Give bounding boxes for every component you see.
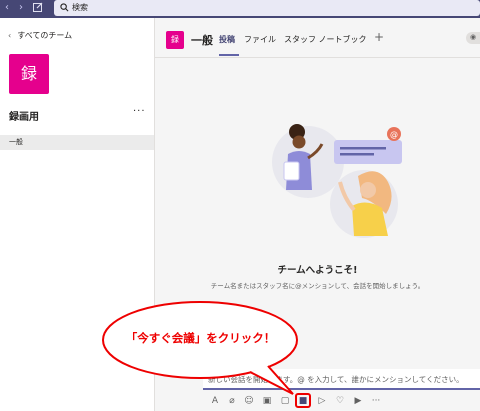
svg-text:@: @: [390, 130, 398, 139]
tab-files[interactable]: ファイル: [244, 34, 276, 45]
search-icon: [60, 3, 69, 12]
active-tab-indicator: [219, 54, 239, 56]
more-icon[interactable]: ···: [370, 395, 382, 407]
all-teams-label: すべてのチーム: [17, 31, 73, 40]
meet-now-highlight: [295, 393, 311, 408]
channel-title: 一般: [191, 34, 213, 47]
add-tab-button[interactable]: +: [374, 30, 384, 44]
tab-staff-notebook[interactable]: スタッフ ノートブック: [284, 34, 367, 45]
callout-text: 「今すぐ会議」をクリック！: [125, 331, 276, 345]
gif-icon[interactable]: ▣: [261, 395, 273, 407]
title-bar: ‹ › 検索: [0, 0, 480, 18]
search-input[interactable]: 検索: [54, 0, 480, 16]
compose-icon[interactable]: [33, 2, 45, 14]
compose-toolbar: A ⌀ ☺ ▣ ▢ ■ ▷ ♡ ▶ ···: [203, 391, 480, 411]
chevron-right-icon[interactable]: ›: [19, 2, 23, 14]
compose-placeholder: 新しい会話を開始します。@ を入力して、誰かにメンションしてください。: [208, 375, 464, 384]
meet-pill[interactable]: ◉: [466, 32, 480, 44]
stream-icon[interactable]: ▷: [316, 395, 328, 407]
sidebar-item-general[interactable]: 一般: [0, 135, 154, 150]
format-icon[interactable]: A: [209, 395, 221, 407]
chevron-left-icon: ‹: [8, 31, 12, 40]
attach-icon[interactable]: ⌀: [226, 395, 238, 407]
channel-label: 一般: [9, 138, 23, 146]
welcome-subtitle: チーム名またはスタッフ名に@メンションして、会話を開始しましょう。: [210, 282, 425, 290]
eye-icon: ◉: [470, 33, 477, 41]
sticker-icon[interactable]: ▢: [279, 395, 291, 407]
team-avatar: 録: [9, 54, 49, 94]
emoji-icon[interactable]: ☺: [243, 395, 255, 407]
praise-icon[interactable]: ♡: [334, 395, 346, 407]
video-icon[interactable]: ▶: [352, 395, 364, 407]
channel-main: @ チームへようこそ! チーム名またはスタッフ名に@メンションして、会話を開始し…: [155, 58, 480, 411]
channel-header: 録 一般 投稿 ファイル スタッフ ノートブック + ◉: [155, 18, 480, 58]
team-more-button[interactable]: ···: [133, 106, 146, 117]
sidebar: ‹ すべてのチーム 録 録画用 ··· 一般: [0, 18, 155, 411]
search-placeholder: 検索: [72, 3, 88, 12]
chevron-left-icon[interactable]: ‹: [5, 2, 9, 14]
team-name: 録画用: [9, 112, 39, 123]
all-teams-link[interactable]: ‹ すべてのチーム: [8, 30, 72, 41]
compose-input[interactable]: 新しい会話を開始します。@ を入力して、誰かにメンションしてください。: [203, 369, 480, 390]
welcome-title: チームへようこそ!: [277, 265, 358, 276]
channel-avatar: 録: [166, 31, 184, 49]
tab-posts[interactable]: 投稿: [219, 34, 235, 45]
